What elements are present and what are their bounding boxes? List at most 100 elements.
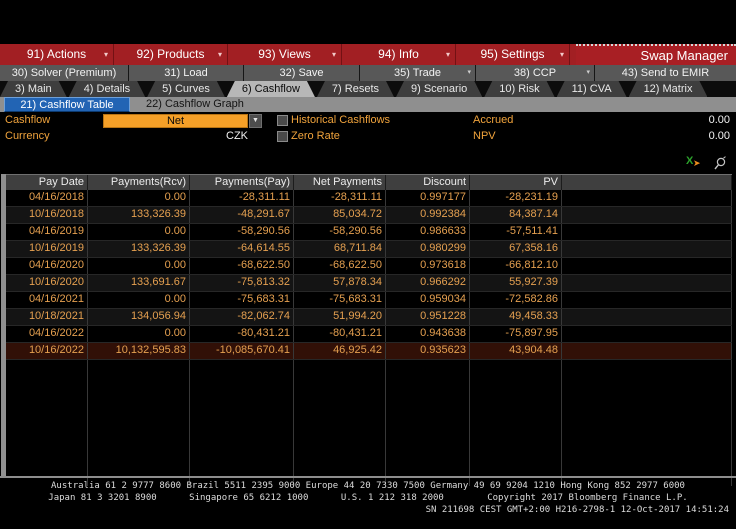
cell-pv: -66,812.10 — [470, 258, 562, 274]
cell-payments-pay: -82,062.74 — [190, 309, 294, 325]
cell-payments-pay: -75,813.32 — [190, 275, 294, 291]
cell-net-payments: 68,711.84 — [294, 241, 386, 257]
menu-item-label: 91) Actions — [26, 47, 87, 61]
toolbar-button[interactable]: 38) CCP ▾ — [476, 65, 595, 81]
subtab-cashflow-graph[interactable]: 22) Cashflow Graph — [136, 97, 254, 112]
cell-net-payments: 51,994.20 — [294, 309, 386, 325]
table-header-row: Pay Date Payments(Rcv) Payments(Pay) Net… — [6, 174, 732, 190]
cashflow-select[interactable]: Net — [103, 114, 248, 128]
cell-pay-date: 04/16/2022 — [6, 326, 88, 342]
cell-payments-pay: -68,622.50 — [190, 258, 294, 274]
tab[interactable]: 5) Curves — [147, 81, 225, 97]
cell-net-payments: 46,925.42 — [294, 343, 386, 359]
tab[interactable]: 6) Cashflow — [227, 81, 315, 97]
tab[interactable]: 4) Details — [69, 81, 145, 97]
cell-pay-date: 04/16/2019 — [6, 224, 88, 240]
zoom-search-icon[interactable] — [713, 156, 727, 171]
table-column-header: Net Payments — [294, 175, 386, 190]
table-column-header: Payments(Pay) — [190, 175, 294, 190]
cell-payments-rcv: 133,326.39 — [88, 207, 190, 223]
zero-rate-checkbox[interactable] — [277, 131, 288, 142]
toolbar-button-label: 30) Solver (Premium) — [11, 67, 117, 79]
cell-pay-date: 04/16/2021 — [6, 292, 88, 308]
table-row[interactable]: 04/16/2018 0.00 -28,311.11 -28,311.11 0.… — [6, 190, 732, 207]
table-row[interactable]: 04/16/2019 0.00 -58,290.56 -58,290.56 0.… — [6, 224, 732, 241]
table-column-header: PV — [470, 175, 562, 190]
cell-discount: 0.966292 — [386, 275, 470, 291]
menu-item-label: 92) Products — [136, 47, 205, 61]
table-row[interactable]: 04/16/2020 0.00 -68,622.50 -68,622.50 0.… — [6, 258, 732, 275]
table-row[interactable]: 10/16/2018 133,326.39 -48,291.67 85,034.… — [6, 207, 732, 224]
menu-item[interactable]: 93) Views ▾ — [228, 44, 342, 65]
historical-cashflows-checkbox[interactable] — [277, 115, 288, 126]
cell-pv: -72,582.86 — [470, 292, 562, 308]
chevron-down-icon: ▾ — [217, 50, 222, 59]
tab[interactable]: 12) Matrix — [629, 81, 708, 97]
menu-item-label: 93) Views — [258, 47, 311, 61]
table-row[interactable]: 10/16/2020 133,691.67 -75,813.32 57,878.… — [6, 275, 732, 292]
menu-item[interactable]: 91) Actions ▾ — [0, 44, 114, 65]
cell-payments-pay: -10,085,670.41 — [190, 343, 294, 359]
chevron-down-icon: ▾ — [331, 50, 336, 59]
subtab-bar: 21) Cashflow Table 22) Cashflow Graph — [0, 97, 736, 112]
export-to-excel-icon[interactable]: X ➤ — [686, 155, 702, 169]
footer-session-info: SN 211698 CEST GMT+2:00 H216-2798-1 12-O… — [425, 505, 729, 515]
cell-discount: 0.959034 — [386, 292, 470, 308]
tab[interactable]: 9) Scenario — [396, 81, 482, 97]
cell-payments-rcv: 133,326.39 — [88, 241, 190, 257]
cell-discount: 0.980299 — [386, 241, 470, 257]
chevron-down-icon: ▾ — [103, 50, 108, 59]
table-row[interactable]: 10/16/2022 10,132,595.83 -10,085,670.41 … — [6, 343, 732, 360]
cell-pv: -28,231.19 — [470, 190, 562, 206]
cell-pay-date: 10/18/2021 — [6, 309, 88, 325]
menu-item[interactable]: 94) Info ▾ — [342, 44, 456, 65]
tab[interactable]: 3) Main — [0, 81, 67, 97]
currency-label: Currency — [5, 130, 50, 142]
cell-payments-rcv: 0.00 — [88, 326, 190, 342]
subtab-cashflow-table[interactable]: 21) Cashflow Table — [4, 97, 130, 112]
cell-payments-pay: -80,431.21 — [190, 326, 294, 342]
cell-pay-date: 10/16/2019 — [6, 241, 88, 257]
toolbar-button[interactable]: 32) Save ▾ — [244, 65, 360, 81]
chevron-down-icon[interactable]: ▼ — [249, 114, 262, 128]
cell-payments-pay: -64,614.55 — [190, 241, 294, 257]
table-row[interactable]: 10/16/2019 133,326.39 -64,614.55 68,711.… — [6, 241, 732, 258]
table-row[interactable]: 10/18/2021 134,056.94 -82,062.74 51,994.… — [6, 309, 732, 326]
table-column-header: Payments(Rcv) — [88, 175, 190, 190]
tab[interactable]: 7) Resets — [317, 81, 394, 97]
cell-payments-pay: -75,683.31 — [190, 292, 294, 308]
npv-label: NPV — [473, 130, 496, 142]
menu-item[interactable]: 92) Products ▾ — [114, 44, 228, 65]
cell-pv: 55,927.39 — [470, 275, 562, 291]
cell-payments-rcv: 134,056.94 — [88, 309, 190, 325]
chevron-down-icon: ▾ — [445, 50, 450, 59]
tab[interactable]: 10) Risk — [484, 81, 554, 97]
cell-net-payments: -28,311.11 — [294, 190, 386, 206]
toolbar-button-label: 35) Trade — [393, 67, 442, 79]
toolbar-button[interactable]: 35) Trade ▾ — [360, 65, 476, 81]
cell-pay-date: 10/16/2022 — [6, 343, 88, 359]
menu-items: 91) Actions ▾ 92) Products ▾ 93) Views ▾… — [0, 44, 570, 65]
chevron-down-icon: ▾ — [586, 69, 590, 76]
cell-discount: 0.935623 — [386, 343, 470, 359]
cashflow-label: Cashflow — [5, 114, 51, 126]
tab[interactable]: 11) CVA — [557, 81, 627, 97]
table-row[interactable]: 04/16/2021 0.00 -75,683.31 -75,683.31 0.… — [6, 292, 732, 309]
table-row[interactable]: 04/16/2022 0.00 -80,431.21 -80,431.21 0.… — [6, 326, 732, 343]
table-column-header: Discount — [386, 175, 470, 190]
toolbar-button[interactable]: 43) Send to EMIR ▾ — [595, 65, 736, 81]
menu-item[interactable]: 95) Settings ▾ — [456, 44, 570, 65]
cell-payments-pay: -28,311.11 — [190, 190, 294, 206]
cell-payments-pay: -58,290.56 — [190, 224, 294, 240]
cell-payments-rcv: 10,132,595.83 — [88, 343, 190, 359]
cell-pay-date: 10/16/2018 — [6, 207, 88, 223]
toolbar-button[interactable]: 31) Load ▾ — [129, 65, 244, 81]
cell-pay-date: 04/16/2020 — [6, 258, 88, 274]
cell-pv: 84,387.14 — [470, 207, 562, 223]
cell-pay-date: 04/16/2018 — [6, 190, 88, 206]
toolbar-button-label: 31) Load — [164, 67, 208, 79]
toolbar-button[interactable]: 30) Solver (Premium) ▾ — [0, 65, 129, 81]
cell-discount: 0.997177 — [386, 190, 470, 206]
cell-net-payments: 85,034.72 — [294, 207, 386, 223]
accrued-label: Accrued — [473, 114, 514, 126]
